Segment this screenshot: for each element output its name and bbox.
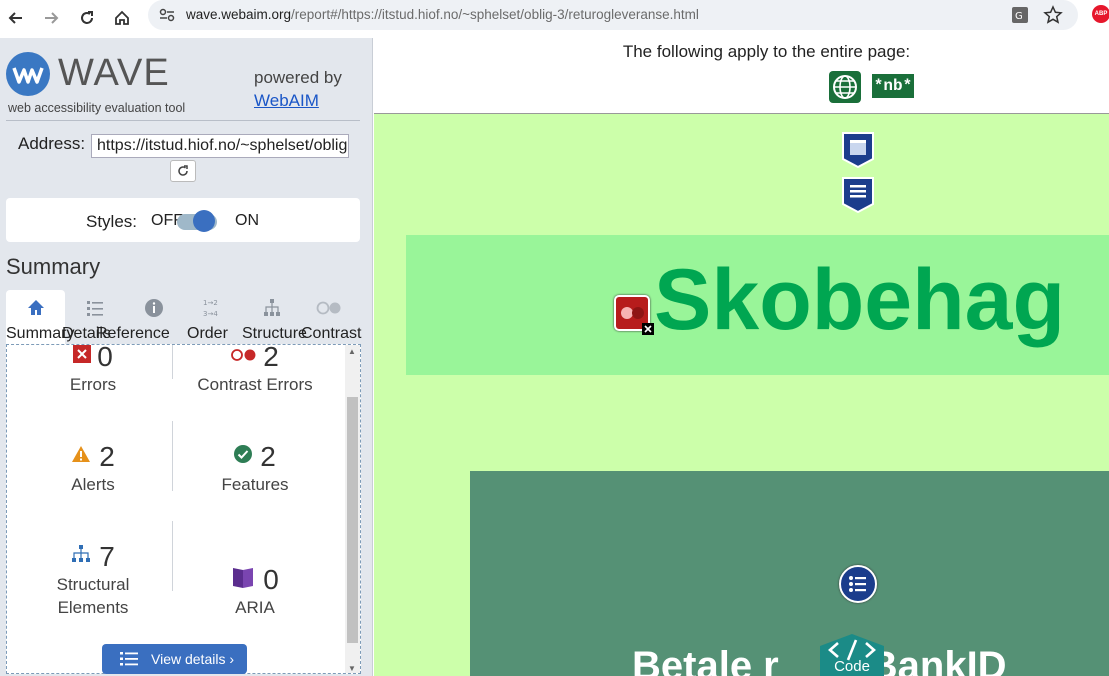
reload-icon[interactable] — [73, 4, 101, 32]
tab-contrast[interactable]: Contrast — [301, 290, 362, 344]
refresh-icon — [178, 165, 188, 176]
wave-logo-icon — [6, 52, 50, 96]
styles-label: Styles: — [86, 212, 138, 231]
code-marker-icon[interactable]: Code — [806, 632, 898, 676]
site-settings-icon[interactable] — [158, 7, 176, 23]
order-icon: 1→23→4 — [203, 299, 218, 318]
tab-summary[interactable]: Summary — [6, 290, 74, 344]
contrast-error-icon — [231, 349, 256, 361]
language-badge[interactable]: *nb* — [872, 74, 914, 98]
entire-page-text: The following apply to the entire page: — [622, 42, 911, 61]
code-label: Code — [834, 658, 870, 675]
address-label: Address: — [18, 134, 86, 153]
address-bar[interactable]: wave.webaim.org/report#/https://itstud.h… — [148, 0, 1078, 30]
svg-text:G: G — [1015, 11, 1023, 22]
stat-structural-elements[interactable]: 7 Structural Elements — [13, 541, 173, 619]
language-globe-icon[interactable] — [829, 71, 861, 103]
tab-reference[interactable]: Reference — [96, 290, 183, 344]
translate-icon[interactable]: G — [1010, 5, 1030, 25]
evaluated-page: The following apply to the entire page: … — [374, 38, 1109, 676]
info-icon — [145, 299, 163, 317]
stat-contrast-errors[interactable]: 2 Contrast Errors — [175, 344, 335, 396]
styles-toggle-knob[interactable] — [193, 210, 215, 232]
error-icon — [73, 345, 92, 363]
alerts-label: Alerts — [71, 475, 115, 494]
scroll-up-icon[interactable]: ▲ — [348, 347, 357, 356]
aria-label: ARIA — [235, 598, 275, 617]
errors-label: Errors — [69, 375, 117, 394]
contrast-errors-label: Contrast Errors — [197, 375, 313, 394]
home-icon[interactable] — [108, 4, 136, 32]
tab-label: Contrast — [301, 325, 362, 342]
view-details-button[interactable]: View details › — [102, 644, 247, 674]
structure-icon — [264, 299, 280, 316]
tab-label: Structure — [242, 325, 307, 342]
forward-icon[interactable] — [37, 4, 65, 32]
scroll-thumb[interactable] — [347, 397, 358, 643]
webaim-link[interactable]: WebAIM — [254, 91, 319, 111]
stat-features[interactable]: 2 Features — [175, 441, 335, 496]
structural-label: Structural — [56, 575, 130, 594]
styles-toggle-panel: Styles: OFF ON — [6, 198, 360, 242]
site-title: Skobehag — [654, 252, 1065, 348]
wave-sidebar: WAVE web accessibility evaluation tool p… — [0, 38, 373, 676]
page-level-icons-bar: The following apply to the entire page: … — [374, 38, 1109, 114]
url-text: wave.webaim.org/report#/https://itstud.h… — [186, 7, 699, 22]
contrast-errors-count: 2 — [263, 344, 279, 372]
region-header-icon[interactable] — [840, 131, 876, 169]
address-input[interactable]: https://itstud.hiof.no/~sphelset/oblig-3… — [91, 134, 349, 158]
back-icon[interactable] — [2, 4, 30, 32]
aria-count: 0 — [263, 564, 279, 595]
stat-alerts[interactable]: 2 Alerts — [13, 441, 173, 496]
stat-errors[interactable]: 0 Errors — [13, 344, 173, 396]
panel-scrollbar[interactable]: ▲ ▼ — [345, 345, 360, 673]
wave-tabs: Summary Details Reference 1→2 3→4 Order S… — [6, 290, 366, 344]
home-icon — [28, 300, 44, 315]
list-feature-icon[interactable] — [839, 565, 877, 603]
scroll-down-icon[interactable]: ▼ — [348, 664, 357, 673]
structural-label: Elements — [57, 598, 129, 617]
adblock-extension-icon[interactable]: ABP — [1092, 5, 1109, 23]
errors-count: 0 — [97, 344, 113, 372]
browser-toolbar: wave.webaim.org/report#/https://itstud.h… — [0, 0, 1109, 38]
wave-logo-text: WAVE — [58, 52, 170, 94]
contrast-error-marker-icon[interactable] — [614, 295, 654, 335]
feature-check-icon — [234, 445, 253, 463]
region-nav-icon[interactable] — [840, 176, 876, 214]
wave-tagline: web accessibility evaluation tool — [8, 101, 186, 115]
stat-aria[interactable]: 0 ARIA — [175, 564, 335, 619]
tab-structure[interactable]: Structure — [242, 290, 307, 344]
bookmark-star-icon[interactable] — [1043, 5, 1063, 25]
alerts-count: 2 — [99, 441, 115, 472]
tab-label: Reference — [96, 325, 170, 342]
contrast-icon — [316, 301, 341, 315]
list-icon — [87, 301, 103, 316]
features-label: Features — [221, 475, 289, 494]
svg-text:3→4: 3→4 — [203, 310, 218, 318]
svg-text:1→2: 1→2 — [203, 299, 218, 307]
refresh-report-button[interactable] — [170, 160, 196, 182]
tab-order[interactable]: 1→2 3→4 Order — [183, 290, 242, 344]
aria-icon — [233, 568, 254, 588]
list-icon — [120, 652, 138, 666]
summary-heading: Summary — [6, 254, 101, 279]
close-icon — [642, 323, 654, 335]
structure-icon — [72, 545, 91, 562]
styles-on-label: ON — [235, 212, 259, 229]
features-count: 2 — [260, 441, 276, 472]
structural-count: 7 — [99, 541, 115, 572]
powered-by-text: powered by — [254, 68, 342, 87]
summary-panel: 0 Errors 2 Contrast Errors 2 Alerts 2 Fe… — [6, 344, 361, 674]
view-details-label: View details › — [151, 651, 235, 667]
tab-label: Order — [187, 325, 228, 342]
alert-icon — [72, 446, 91, 462]
divider — [6, 120, 360, 121]
